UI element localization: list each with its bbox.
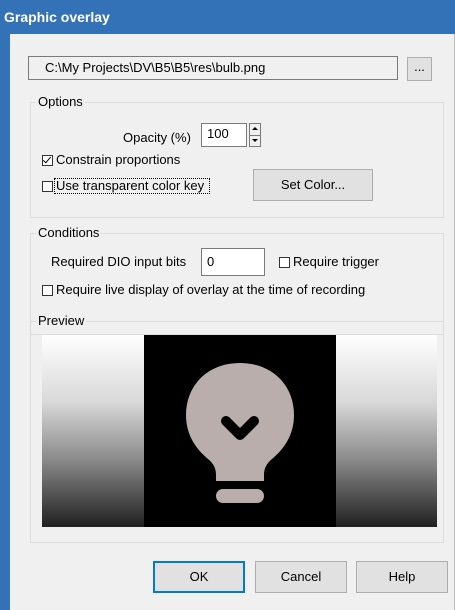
preview-group-label: Preview <box>36 313 87 328</box>
constrain-proportions-label[interactable]: Constrain proportions <box>56 152 180 168</box>
dio-bits-input[interactable]: 0 <box>201 248 265 276</box>
browse-button[interactable]: ... <box>407 57 432 81</box>
spin-down-button[interactable] <box>250 135 260 146</box>
opacity-label: Opacity (%) <box>123 130 191 145</box>
opacity-spinner[interactable] <box>249 123 261 147</box>
dio-bits-label: Required DIO input bits <box>51 254 187 269</box>
graphic-overlay-dialog: Graphic overlay C:\My Projects\DV\B5\B5\… <box>0 0 455 610</box>
cancel-button[interactable]: Cancel <box>255 561 347 593</box>
set-color-button[interactable]: Set Color... <box>253 169 373 201</box>
options-group-label: Options <box>36 94 85 109</box>
constrain-proportions-checkbox[interactable] <box>42 154 53 166</box>
spin-down-icon <box>252 139 258 142</box>
spin-up-button[interactable] <box>250 124 260 135</box>
focus-rect <box>54 178 210 194</box>
spin-up-icon <box>252 127 258 130</box>
require-live-display-checkbox[interactable] <box>42 285 53 296</box>
window-left-edge <box>0 34 10 610</box>
conditions-group-label: Conditions <box>36 225 102 240</box>
preview-image <box>144 335 336 527</box>
window-title: Graphic overlay <box>4 9 110 25</box>
require-trigger-label[interactable]: Require trigger <box>293 254 379 270</box>
opacity-input[interactable]: 100 <box>201 123 247 147</box>
lightbulb-icon <box>186 363 294 503</box>
checkmark-icon <box>42 154 52 164</box>
file-path-field[interactable]: C:\My Projects\DV\B5\B5\res\bulb.png <box>28 56 398 80</box>
help-button[interactable]: Help <box>356 561 448 593</box>
require-live-display-label[interactable]: Require live display of overlay at the t… <box>56 282 365 298</box>
transparent-color-checkbox[interactable] <box>42 181 53 192</box>
require-trigger-checkbox[interactable] <box>279 257 290 268</box>
ok-button[interactable]: OK <box>153 561 245 593</box>
options-group: Options Opacity (%) 100 Constrain propor… <box>30 95 444 218</box>
title-bar[interactable]: Graphic overlay <box>0 0 455 34</box>
transparent-color-label[interactable]: Use transparent color key <box>54 178 210 194</box>
dialog-content: C:\My Projects\DV\B5\B5\res\bulb.png ...… <box>10 34 454 610</box>
preview-area <box>42 335 437 527</box>
conditions-group: Conditions Required DIO input bits 0 Req… <box>30 226 444 335</box>
